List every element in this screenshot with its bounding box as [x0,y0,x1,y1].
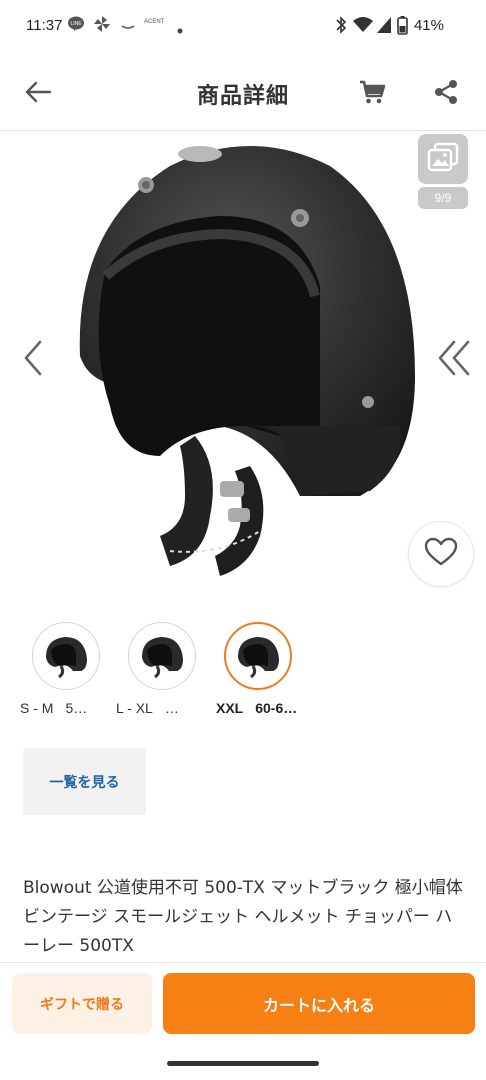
cart-button[interactable] [352,74,392,114]
prev-image-button[interactable] [16,336,52,380]
status-bar: 11:37 LINE ACENT 41% [0,0,486,52]
page-counter: 9/9 [418,187,468,209]
variant-thumbnail [128,622,196,690]
variant-thumbnail [32,622,100,690]
wifi-icon [353,16,373,38]
chevron-left-icon [16,340,52,384]
battery-icon [397,16,408,39]
app-header: 商品詳細 [0,60,486,128]
bluetooth-icon [334,15,348,39]
product-title: Blowout 公道使用不可 500-TX マットブラック 極小帽体 ビンテージ… [23,878,463,956]
next-image-button[interactable] [434,336,474,380]
home-indicator[interactable] [167,1061,319,1066]
add-to-cart-button[interactable]: カートに入れる [163,973,475,1034]
gallery-button[interactable] [418,134,468,184]
bottom-action-bar: ギフトで贈る カートに入れる [0,962,486,1046]
variant-thumbnail [224,622,292,690]
status-time: 11:37 [26,17,63,34]
variant-label: L - XL… [116,700,179,716]
helmet-image [79,146,415,576]
acent-icon: ACENT [144,19,165,25]
line-icon: LINE [67,15,85,37]
svg-text:LINE: LINE [70,21,82,27]
view-all-button[interactable]: 一覧を見る [23,748,146,815]
share-icon [433,79,459,109]
size-variants: S - M 5… L - XL… XXL 60-6… [0,620,486,720]
gallery-icon [427,142,459,176]
signal-icon [376,16,392,38]
variant-label: XXL 60-6… [216,700,298,716]
battery-percentage: 41% [413,17,444,34]
favorite-button[interactable] [408,521,474,587]
gift-button[interactable]: ギフトで贈る [12,973,152,1034]
double-chevron-right-icon [434,340,474,384]
page-title: 商品詳細 [196,84,289,109]
dot-icon [176,20,184,39]
variant-label: S - M 5… [20,700,88,716]
share-button[interactable] [426,74,466,114]
pinwheel-icon [93,15,111,37]
app-icon [119,15,137,37]
cart-icon [358,78,386,110]
image-gallery[interactable]: 9/9 [0,131,486,611]
heart-icon [424,537,458,571]
